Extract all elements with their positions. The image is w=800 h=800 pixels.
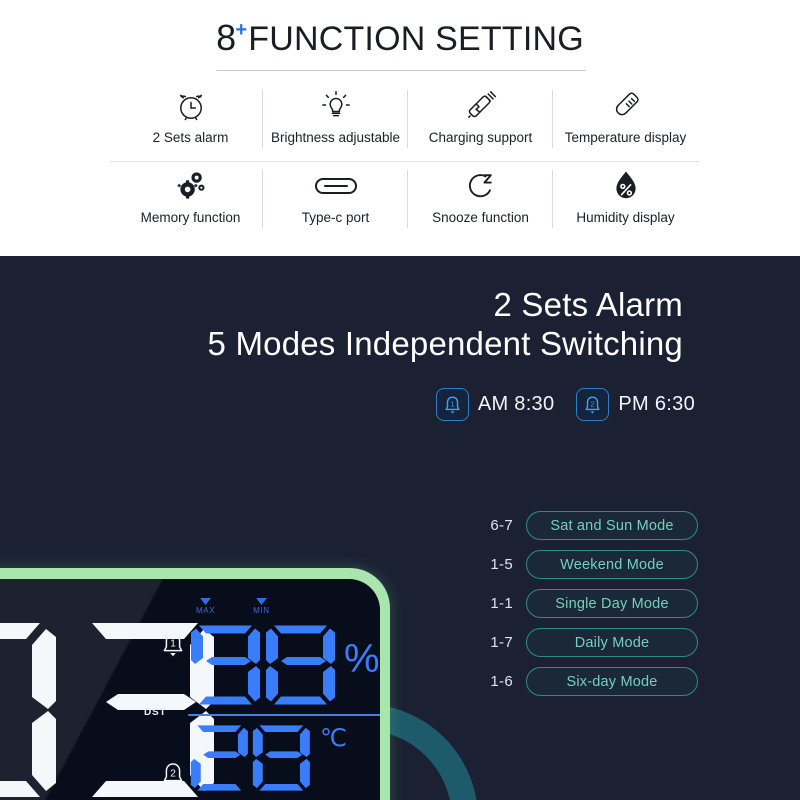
usb-c-port-icon	[313, 166, 359, 206]
mode-range: 1-6	[490, 673, 513, 690]
title-number: 8	[216, 17, 237, 58]
temperature-readout: ℃	[190, 723, 347, 793]
feature-item-temperature-display: Temperature display	[553, 80, 698, 160]
feature-item-type-c-port: Type-c port	[263, 160, 408, 240]
mode-pill-weekend[interactable]: Weekend Mode	[526, 550, 698, 579]
temperature-unit: ℃	[320, 725, 347, 752]
moon-z-icon	[464, 166, 498, 206]
bell-2-icon: 2	[576, 388, 610, 421]
max-min-indicators: MAX MIN	[196, 597, 270, 615]
title-plus-superscript: +	[235, 18, 248, 41]
features-grid: 2 Sets alarm Brightness adjustable Charg…	[118, 80, 698, 240]
dst-label: DST	[144, 707, 167, 718]
alarm-item-2: 2 PM 6:30	[576, 388, 695, 421]
feature-label: Memory function	[140, 210, 241, 225]
feature-item-brightness-adjustable: Brightness adjustable	[263, 80, 408, 160]
alarm-clock-icon	[174, 86, 208, 126]
max-arrow-icon	[200, 598, 212, 605]
feature-label: Type-c port	[301, 210, 370, 225]
humidity-readout: %	[190, 623, 380, 707]
humidity-unit: %	[344, 637, 380, 681]
svg-text:2: 2	[170, 769, 176, 780]
mode-row: 1-7 Daily Mode	[481, 628, 698, 657]
headline-line-2: 5 Modes Independent Switching	[207, 324, 683, 362]
mode-range: 6-7	[490, 517, 513, 534]
alarm-item-1: 1 AM 8:30	[435, 388, 555, 421]
temperature-digit-2	[190, 725, 248, 791]
mode-range: 1-1	[490, 595, 513, 612]
bell-1-icon: 1	[435, 388, 469, 421]
svg-text:1: 1	[170, 639, 176, 650]
device-screen: MAX MIN 1 2 DST % ℃	[0, 579, 380, 800]
feature-label: Snooze function	[432, 210, 529, 225]
mode-pill-single-day[interactable]: Single Day Mode	[526, 589, 698, 618]
min-label: MIN	[253, 606, 270, 615]
mode-pill-six-day[interactable]: Six-day Mode	[526, 667, 698, 696]
title-label: FUNCTION SETTING	[248, 20, 584, 58]
mode-row: 1-1 Single Day Mode	[481, 589, 698, 618]
max-indicator: MAX	[196, 597, 215, 615]
svg-text:1: 1	[450, 399, 454, 408]
feature-item-snooze-function: Snooze function	[408, 160, 553, 240]
mode-pill-sat-and-sun[interactable]: Sat and Sun Mode	[526, 511, 698, 540]
water-drop-percent-icon	[611, 166, 641, 206]
device-bell-2-icon: 2	[160, 761, 186, 794]
product-infographic: 8+FUNCTION SETTING 2 Sets alarm Brightne…	[0, 0, 800, 800]
promo-headline: 2 Sets Alarm 5 Modes Independent Switchi…	[0, 286, 800, 364]
promo-panel: 2 Sets Alarm 5 Modes Independent Switchi…	[0, 256, 800, 800]
max-label: MAX	[196, 606, 216, 615]
mode-range: 1-5	[490, 556, 513, 573]
alarm-clock-device: MAX MIN 1 2 DST % ℃	[0, 568, 390, 800]
thermometer-icon	[609, 86, 643, 126]
page-title: 8+FUNCTION SETTING	[0, 17, 800, 58]
feature-label: Humidity display	[576, 210, 675, 225]
mode-row: 1-6 Six-day Mode	[481, 667, 698, 696]
svg-text:2: 2	[591, 399, 595, 408]
min-arrow-icon	[255, 598, 267, 605]
alarm-time-2: PM 6:30	[618, 393, 695, 415]
display-separator	[188, 714, 380, 716]
charging-plug-icon	[463, 86, 499, 126]
alarm-times-row: 1 AM 8:30 2 PM 6:30	[435, 388, 695, 421]
humidity-digit-3	[191, 625, 260, 705]
feature-item-humidity-display: Humidity display	[553, 160, 698, 240]
headline-line-1: 2 Sets Alarm	[493, 286, 683, 323]
feature-item-charging-support: Charging support	[408, 80, 553, 160]
mode-row: 1-5 Weekend Mode	[481, 550, 698, 579]
device-bell-1-icon: 1	[160, 631, 186, 664]
mode-row: 6-7 Sat and Sun Mode	[481, 511, 698, 540]
clock-digit-0	[0, 623, 56, 797]
feature-item-2-sets-alarm: 2 Sets alarm	[118, 80, 263, 160]
feature-label: Brightness adjustable	[270, 130, 401, 145]
humidity-digit-8	[266, 625, 335, 705]
min-indicator: MIN	[253, 597, 269, 615]
features-panel: 8+FUNCTION SETTING 2 Sets alarm Brightne…	[0, 0, 800, 256]
modes-list: 6-7 Sat and Sun Mode 1-5 Weekend Mode 1-…	[481, 511, 698, 696]
feature-item-memory-function: Memory function	[118, 160, 263, 240]
clock-digits	[0, 617, 222, 800]
alarm-time-1: AM 8:30	[477, 393, 555, 415]
gears-icon	[174, 166, 208, 206]
mode-range: 1-7	[490, 634, 513, 651]
title-divider	[216, 70, 586, 71]
feature-label: Temperature display	[564, 130, 687, 145]
feature-label: 2 Sets alarm	[152, 130, 229, 145]
mode-pill-daily[interactable]: Daily Mode	[526, 628, 698, 657]
feature-label: Charging support	[428, 130, 533, 145]
temperature-digit-8	[252, 725, 310, 791]
lightbulb-icon	[319, 86, 353, 126]
